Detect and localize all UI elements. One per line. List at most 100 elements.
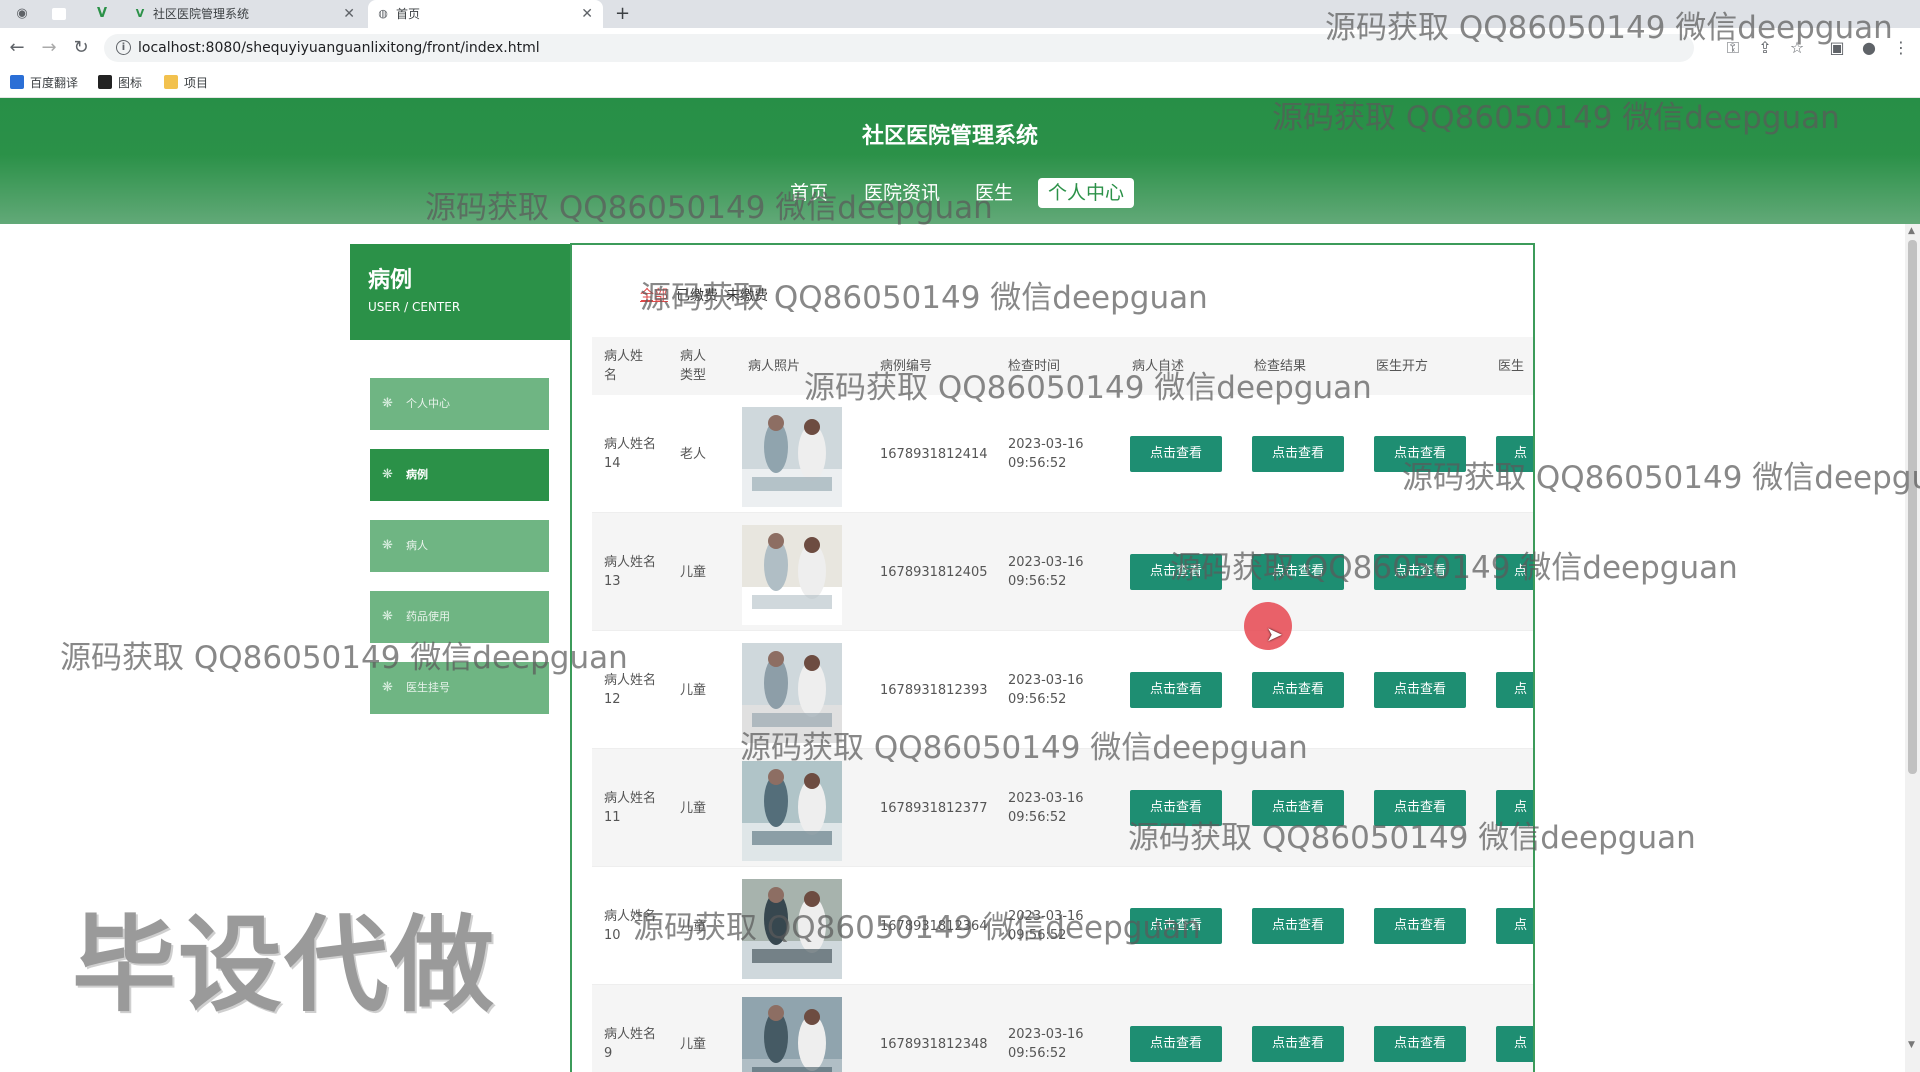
col-name: 病人姓名 bbox=[604, 349, 644, 383]
leaf-icon: ❋ bbox=[382, 467, 393, 482]
view-doctor-button[interactable]: 点 bbox=[1496, 672, 1533, 708]
table-row: 病人姓名10 儿童 1678931812364 2023-03-16 09:56:52 点… bbox=[592, 867, 1533, 985]
cell-patient-name: 病人姓名12 bbox=[604, 673, 657, 707]
view-complaint-button[interactable]: 点击查看 bbox=[1130, 908, 1222, 944]
photo-image bbox=[742, 879, 842, 979]
sidebar-item-cases[interactable]: ❋ 病例 bbox=[370, 449, 549, 501]
table-row: 病人姓名9 儿童 1678931812348 2023-03-16 09:56:52 点击… bbox=[592, 985, 1533, 1072]
side-panel-icon[interactable]: ▣ bbox=[1826, 38, 1848, 57]
globe-icon: ◍ bbox=[378, 7, 388, 20]
chrome-menu-icon[interactable]: ◉ bbox=[12, 4, 32, 24]
nav-home[interactable]: 首页 bbox=[790, 178, 828, 208]
nav-news[interactable]: 医院资讯 bbox=[864, 178, 940, 208]
patient-photo[interactable] bbox=[742, 525, 842, 625]
patient-photo[interactable] bbox=[742, 997, 842, 1072]
reload-icon[interactable]: ↻ bbox=[70, 37, 92, 58]
close-icon[interactable]: ✕ bbox=[343, 0, 355, 28]
big-watermark: 毕设代做 bbox=[72, 904, 497, 1026]
col-result: 检查结果 bbox=[1254, 358, 1307, 374]
bookmark-item[interactable]: 百度翻译 bbox=[10, 75, 78, 91]
view-complaint-button[interactable]: 点击查看 bbox=[1130, 554, 1222, 590]
cell-case-number: 1678931812393 bbox=[880, 682, 988, 698]
view-result-button[interactable]: 点击查看 bbox=[1252, 1026, 1344, 1062]
view-doctor-button[interactable]: 点 bbox=[1496, 554, 1533, 590]
forward-icon[interactable]: → bbox=[38, 37, 60, 58]
patient-photo[interactable] bbox=[742, 761, 842, 861]
view-complaint-button[interactable]: 点击查看 bbox=[1130, 1026, 1222, 1062]
browser-tab-strip: ◉ V V 社区医院管理系统 ✕ ◍ 首页 ✕ + bbox=[0, 0, 1920, 28]
tab-home[interactable]: ◍ 首页 ✕ bbox=[368, 0, 603, 28]
sidebar-item-label: 医生挂号 bbox=[406, 681, 450, 694]
cell-patient-type: 儿童 bbox=[680, 800, 707, 816]
view-doctor-button[interactable]: 点 bbox=[1496, 908, 1533, 944]
check-date: 2023-03-16 bbox=[1008, 1027, 1084, 1042]
nav-doctor[interactable]: 医生 bbox=[975, 178, 1013, 208]
sidebar-item-patients[interactable]: ❋ 病人 bbox=[370, 520, 549, 572]
photo-image bbox=[742, 407, 842, 507]
patient-photo[interactable] bbox=[742, 407, 842, 507]
star-icon[interactable]: ☆ bbox=[1786, 38, 1808, 57]
bookmark-item[interactable]: 项目 bbox=[164, 75, 208, 91]
scroll-up-icon[interactable]: ▲ bbox=[1908, 226, 1915, 236]
tab-group-icon[interactable] bbox=[52, 8, 66, 20]
new-tab-button[interactable]: + bbox=[615, 0, 630, 28]
more-icon[interactable]: ⋮ bbox=[1890, 38, 1912, 57]
view-prescription-button[interactable]: 点击查看 bbox=[1374, 790, 1466, 826]
col-time: 检查时间 bbox=[1008, 358, 1061, 374]
cell-patient-name: 病人姓名14 bbox=[604, 437, 657, 471]
cell-patient-name: 病人姓名10 bbox=[604, 909, 657, 943]
filter-paid[interactable]: 已缴费 bbox=[676, 288, 718, 304]
filter-unpaid[interactable]: 未缴费 bbox=[726, 288, 768, 304]
back-icon[interactable]: ← bbox=[6, 37, 28, 58]
nav-user-center[interactable]: 个人中心 bbox=[1038, 178, 1135, 208]
sidebar-item-medicine[interactable]: ❋ 药品使用 bbox=[370, 591, 549, 643]
sidebar-item-label: 个人中心 bbox=[406, 397, 450, 410]
sidebar-item-registration[interactable]: ❋ 医生挂号 bbox=[370, 662, 549, 714]
patient-photo[interactable] bbox=[742, 643, 842, 743]
vue-logo-icon[interactable]: V bbox=[92, 4, 112, 24]
cell-case-number: 1678931812414 bbox=[880, 446, 988, 462]
leaf-icon: ❋ bbox=[382, 609, 393, 624]
check-clock: 09:56:52 bbox=[1008, 456, 1067, 471]
bookmark-item[interactable]: 图标 bbox=[98, 75, 142, 91]
patient-photo[interactable] bbox=[742, 879, 842, 979]
close-icon[interactable]: ✕ bbox=[581, 0, 593, 28]
view-result-button[interactable]: 点击查看 bbox=[1252, 908, 1344, 944]
view-complaint-button[interactable]: 点击查看 bbox=[1130, 790, 1222, 826]
sidebar-item-user-center[interactable]: ❋ 个人中心 bbox=[370, 378, 549, 430]
view-result-button[interactable]: 点击查看 bbox=[1252, 672, 1344, 708]
view-prescription-button[interactable]: 点击查看 bbox=[1374, 1026, 1466, 1062]
share-icon[interactable]: ⇪ bbox=[1754, 38, 1776, 57]
profile-icon[interactable]: ● bbox=[1858, 38, 1880, 57]
vue-logo-icon: V bbox=[135, 7, 145, 20]
cell-case-number: 1678931812405 bbox=[880, 564, 988, 580]
url-field[interactable]: i localhost:8080/shequyiyuanguanlixitong… bbox=[104, 34, 1694, 62]
view-doctor-button[interactable]: 点 bbox=[1496, 1026, 1533, 1062]
view-complaint-button[interactable]: 点击查看 bbox=[1130, 672, 1222, 708]
sidebar-subtitle: USER / CENTER bbox=[368, 300, 461, 314]
key-icon[interactable]: ⚿ bbox=[1722, 38, 1744, 58]
view-prescription-button[interactable]: 点击查看 bbox=[1374, 908, 1466, 944]
tab-title: 社区医院管理系统 bbox=[153, 7, 250, 21]
view-result-button[interactable]: 点击查看 bbox=[1252, 554, 1344, 590]
info-icon[interactable]: i bbox=[116, 40, 131, 55]
cell-patient-type: 老人 bbox=[680, 446, 707, 462]
view-doctor-button[interactable]: 点 bbox=[1496, 436, 1533, 472]
bookmarks-bar: 百度翻译 图标 项目 bbox=[0, 68, 1920, 98]
tab-title: 首页 bbox=[396, 7, 421, 21]
tab-system[interactable]: V 社区医院管理系统 ✕ bbox=[125, 0, 365, 28]
view-prescription-button[interactable]: 点击查看 bbox=[1374, 436, 1466, 472]
view-prescription-button[interactable]: 点击查看 bbox=[1374, 554, 1466, 590]
view-result-button[interactable]: 点击查看 bbox=[1252, 436, 1344, 472]
check-clock: 09:56:52 bbox=[1008, 810, 1067, 825]
scrollbar-thumb[interactable] bbox=[1908, 240, 1917, 774]
sidebar-item-label: 病例 bbox=[406, 468, 428, 481]
view-prescription-button[interactable]: 点击查看 bbox=[1374, 672, 1466, 708]
scroll-down-icon[interactable]: ▼ bbox=[1908, 1040, 1915, 1050]
filter-all[interactable]: 全部 bbox=[640, 288, 668, 304]
view-complaint-button[interactable]: 点击查看 bbox=[1130, 436, 1222, 472]
view-doctor-button[interactable]: 点 bbox=[1496, 790, 1533, 826]
view-result-button[interactable]: 点击查看 bbox=[1252, 790, 1344, 826]
address-bar: ← → ↻ i localhost:8080/shequyiyuanguanli… bbox=[0, 28, 1920, 68]
mouse-cursor-icon: ➤ bbox=[1266, 622, 1283, 646]
